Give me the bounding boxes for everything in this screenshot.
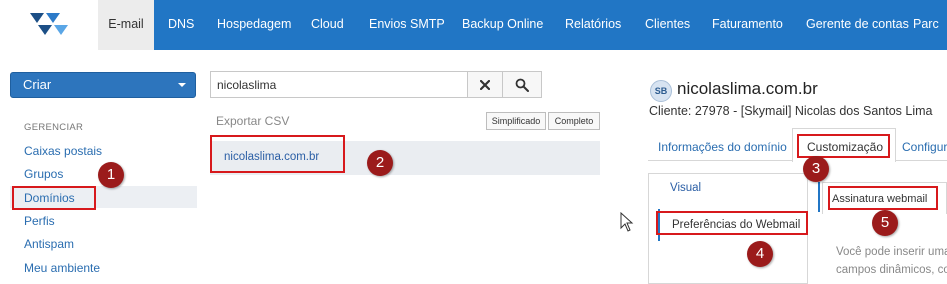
description-text: Você pode inserir uma — [836, 246, 947, 258]
clear-search-button[interactable] — [467, 71, 503, 98]
create-button-label: Criar — [23, 77, 52, 92]
nav-hospedagem[interactable]: Hospedagem — [217, 0, 291, 50]
sub-item-visual[interactable]: Visual — [670, 182, 701, 194]
export-csv-link[interactable]: Exportar CSV — [216, 114, 289, 128]
highlight-box-customizacao — [797, 134, 890, 158]
section-title: GERENCIAR — [24, 122, 84, 133]
close-icon — [480, 79, 490, 90]
nav-envios-smtp[interactable]: Envios SMTP — [369, 0, 445, 50]
logo[interactable] — [0, 0, 98, 50]
sidebar-item-antispam[interactable]: Antispam — [24, 237, 74, 251]
nav-dns[interactable]: DNS — [168, 0, 194, 50]
sidebar-item-perfis[interactable]: Perfis — [24, 214, 55, 228]
nav-faturamento[interactable]: Faturamento — [712, 0, 783, 50]
search-input[interactable] — [210, 71, 468, 98]
caret-down-icon — [178, 83, 186, 87]
nav-label: Hospedagem — [217, 17, 292, 31]
nav-email[interactable]: E-mail — [98, 0, 154, 50]
highlight-box-dominios — [12, 186, 96, 210]
nav-cloud[interactable]: Cloud — [311, 0, 344, 50]
sidebar-item-meu-ambiente[interactable]: Meu ambiente — [24, 261, 100, 275]
tab-configuracoes[interactable]: Configur — [902, 140, 947, 154]
sub-tab-active-indicator — [818, 182, 820, 212]
nav-backup-online[interactable]: Backup Online — [462, 0, 543, 50]
nav-label: Gerente de contas — [806, 17, 909, 31]
nav-label: Parc — [913, 17, 939, 31]
step-marker-3: 3 — [803, 156, 829, 182]
simplified-view-button[interactable]: Simplificado — [486, 112, 546, 130]
nav-clientes[interactable]: Clientes — [645, 0, 690, 50]
complete-view-button[interactable]: Completo — [548, 112, 600, 130]
nav-label: Cloud — [311, 17, 344, 31]
nav-label: Faturamento — [712, 17, 783, 31]
logo-icon — [30, 13, 68, 35]
search-icon — [515, 78, 529, 92]
nav-label: E-mail — [108, 17, 144, 31]
step-marker-5: 5 — [872, 210, 898, 236]
highlight-box-assinatura — [828, 186, 938, 210]
product-badge: SB — [650, 80, 672, 102]
highlight-box-domain-result — [210, 135, 345, 173]
nav-relatorios[interactable]: Relatórios — [565, 0, 621, 50]
nav-label: Envios SMTP — [369, 17, 445, 31]
nav-label: DNS — [168, 17, 195, 31]
search-button[interactable] — [502, 71, 542, 98]
nav-label: Clientes — [645, 17, 691, 31]
step-marker-4: 4 — [747, 241, 773, 267]
nav-label: Backup Online — [462, 17, 544, 31]
nav-parceiros[interactable]: Parc — [913, 0, 939, 50]
create-button[interactable]: Criar — [10, 72, 196, 98]
sidebar-item-caixas-postais[interactable]: Caixas postais — [24, 144, 102, 158]
highlight-box-preferencias — [656, 211, 808, 235]
tab-informacoes-dominio[interactable]: Informações do domínio — [658, 140, 787, 154]
sidebar-item-grupos[interactable]: Grupos — [24, 167, 63, 181]
step-marker-1: 1 — [98, 162, 124, 188]
description-text: campos dinâmicos, co — [836, 264, 947, 276]
nav-gerente-de-contas[interactable]: Gerente de contas — [806, 0, 909, 50]
page-title: nicolaslima.com.br — [677, 79, 818, 98]
client-info: Cliente: 27978 - [Skymail] Nicolas dos S… — [649, 104, 933, 118]
nav-label: Relatórios — [565, 17, 622, 31]
step-marker-2: 2 — [367, 150, 393, 176]
mouse-cursor-icon — [620, 212, 634, 232]
